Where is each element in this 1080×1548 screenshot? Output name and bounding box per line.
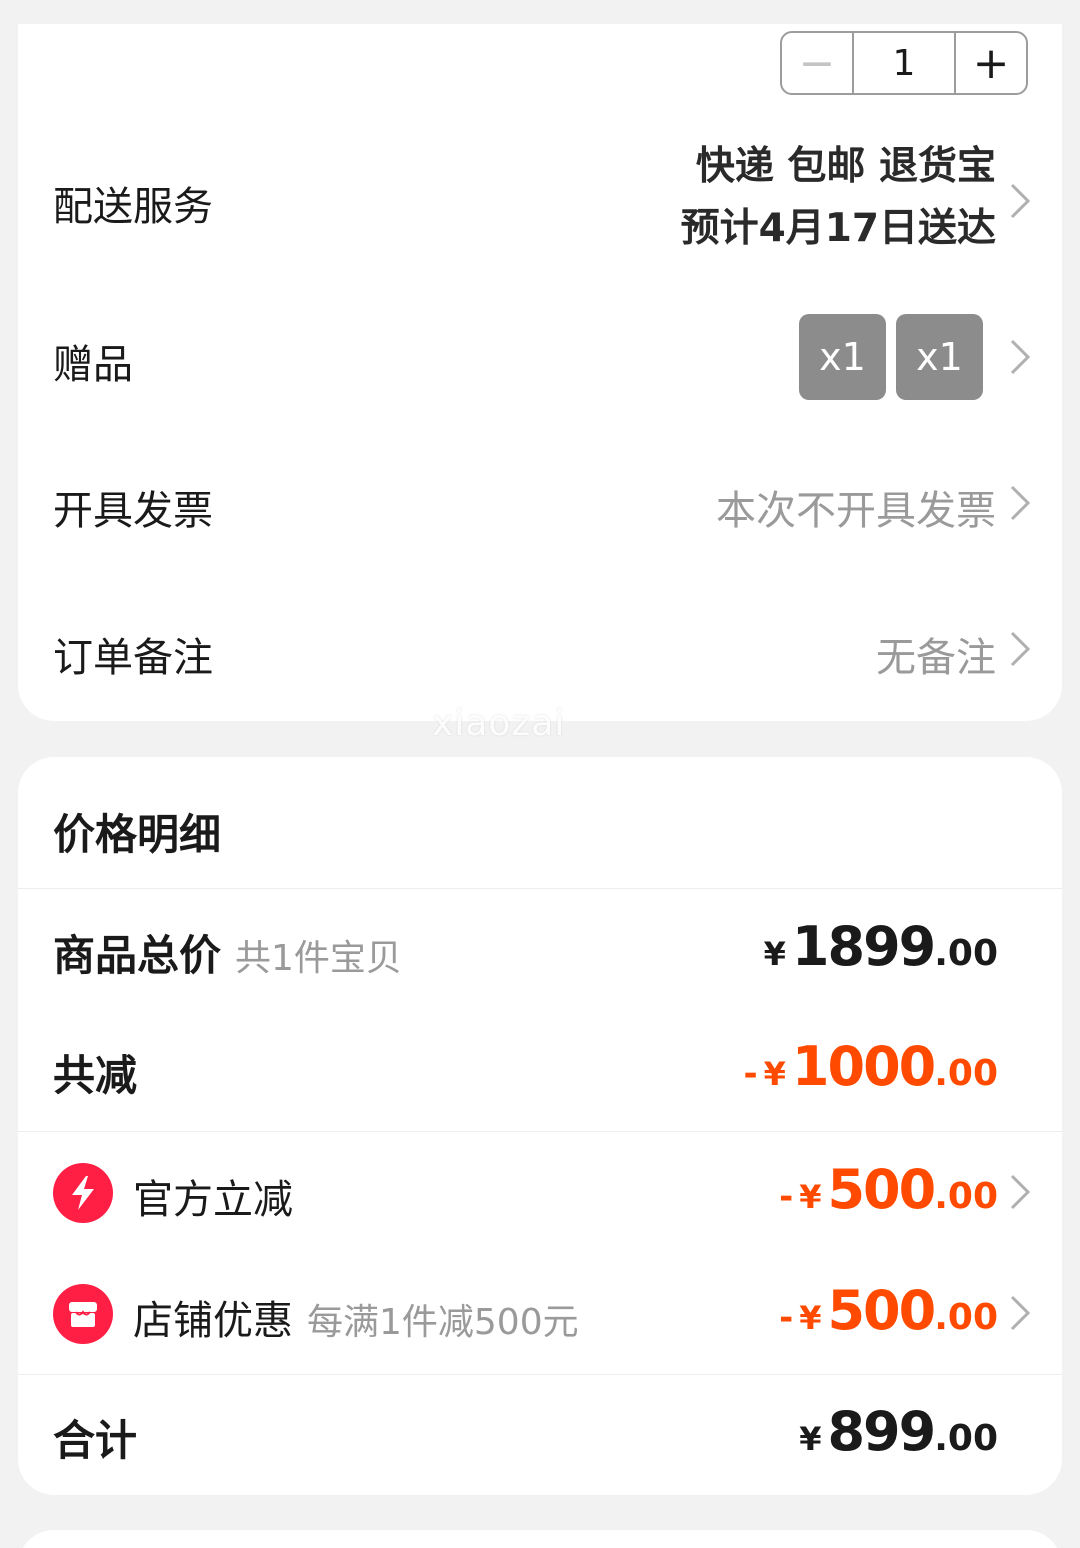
delivery-service-label: 配送服务 <box>53 184 213 230</box>
chevron-right-icon <box>1008 337 1032 377</box>
currency-symbol: ¥ <box>799 1420 822 1458</box>
next-section-card <box>18 1530 1062 1548</box>
gift-item-thumbnail[interactable]: x1 <box>799 314 886 400</box>
item-count-text: 共1件宝贝 <box>235 938 402 979</box>
chevron-right-icon <box>1008 629 1032 669</box>
divider <box>18 1374 1062 1375</box>
invoice-label: 开具发票 <box>53 488 213 534</box>
chevron-right-icon <box>1008 1172 1032 1212</box>
chevron-right-icon <box>1008 483 1032 523</box>
amount-decimal: .00 <box>934 1053 998 1094</box>
amount-integer: 1899 <box>791 915 936 978</box>
delivery-method-text: 快递 包邮 退货宝 <box>695 144 996 189</box>
amount-integer: 899 <box>827 1400 936 1463</box>
order-remark-label: 订单备注 <box>53 635 213 681</box>
official-discount-label: 官方立减 <box>133 1177 293 1223</box>
currency-symbol: ¥ <box>799 1178 822 1216</box>
store-discount-title: 店铺优惠 <box>133 1298 293 1344</box>
minus-sign: - <box>779 1177 794 1217</box>
total-reduction-amount: - ¥ 1000 .00 <box>744 1035 998 1098</box>
amount-decimal: .00 <box>934 1418 998 1459</box>
gift-label: 赠品 <box>53 342 133 388</box>
price-detail-title: 价格明细 <box>53 810 222 859</box>
currency-symbol: ¥ <box>763 1055 786 1093</box>
total-amount: ¥ 899 .00 <box>799 1400 998 1463</box>
delivery-eta-text: 预计4月17日送达 <box>680 206 996 251</box>
subtotal-title: 商品总价 <box>53 931 222 980</box>
total-label: 合计 <box>53 1416 138 1465</box>
order-options-card: − 1 + 配送服务 快递 包邮 退货宝 预计4月17日送达 赠品 x1 x1 … <box>18 24 1062 721</box>
amount-decimal: .00 <box>934 1176 998 1217</box>
watermark: xiaozai <box>432 703 566 744</box>
increase-quantity-button[interactable]: + <box>954 33 1026 93</box>
chevron-right-icon <box>1008 1293 1032 1333</box>
invoice-value: 本次不开具发票 <box>716 488 996 534</box>
subtotal-amount: ¥ 1899 .00 <box>764 915 998 978</box>
decrease-quantity-button[interactable]: − <box>782 33 854 93</box>
divider <box>18 888 1062 889</box>
subtotal-label: 商品总价 共1件宝贝 <box>53 922 402 983</box>
amount-integer: 500 <box>827 1158 936 1221</box>
order-remark-value: 无备注 <box>876 635 996 681</box>
amount-integer: 1000 <box>791 1035 936 1098</box>
store-icon <box>53 1284 113 1344</box>
chevron-right-icon <box>1008 181 1032 221</box>
amount-decimal: .00 <box>934 933 998 974</box>
amount-integer: 500 <box>827 1279 936 1342</box>
gift-item-quantity: x1 <box>819 335 866 379</box>
currency-symbol: ¥ <box>763 935 786 973</box>
price-detail-card: 价格明细 商品总价 共1件宝贝 ¥ 1899 .00 共减 - ¥ 1000 .0… <box>18 757 1062 1495</box>
amount-decimal: .00 <box>934 1297 998 1338</box>
minus-sign: - <box>743 1054 758 1094</box>
currency-symbol: ¥ <box>799 1299 822 1337</box>
quantity-value[interactable]: 1 <box>854 33 954 93</box>
gift-item-quantity: x1 <box>916 335 963 379</box>
divider <box>18 1131 1062 1132</box>
quantity-stepper[interactable]: − 1 + <box>780 31 1028 95</box>
delivery-service-value: 快递 包邮 退货宝 预计4月17日送达 <box>681 136 996 260</box>
gift-item-thumbnail[interactable]: x1 <box>896 314 983 400</box>
minus-sign: - <box>779 1298 794 1338</box>
total-reduction-label: 共减 <box>53 1051 138 1100</box>
store-discount-rule: 每满1件减500元 <box>307 1302 579 1343</box>
lightning-icon <box>53 1163 113 1223</box>
store-discount-label: 店铺优惠 每满1件减500元 <box>133 1288 579 1346</box>
official-discount-amount: - ¥ 500 .00 <box>779 1158 998 1221</box>
store-discount-amount: - ¥ 500 .00 <box>779 1279 998 1342</box>
